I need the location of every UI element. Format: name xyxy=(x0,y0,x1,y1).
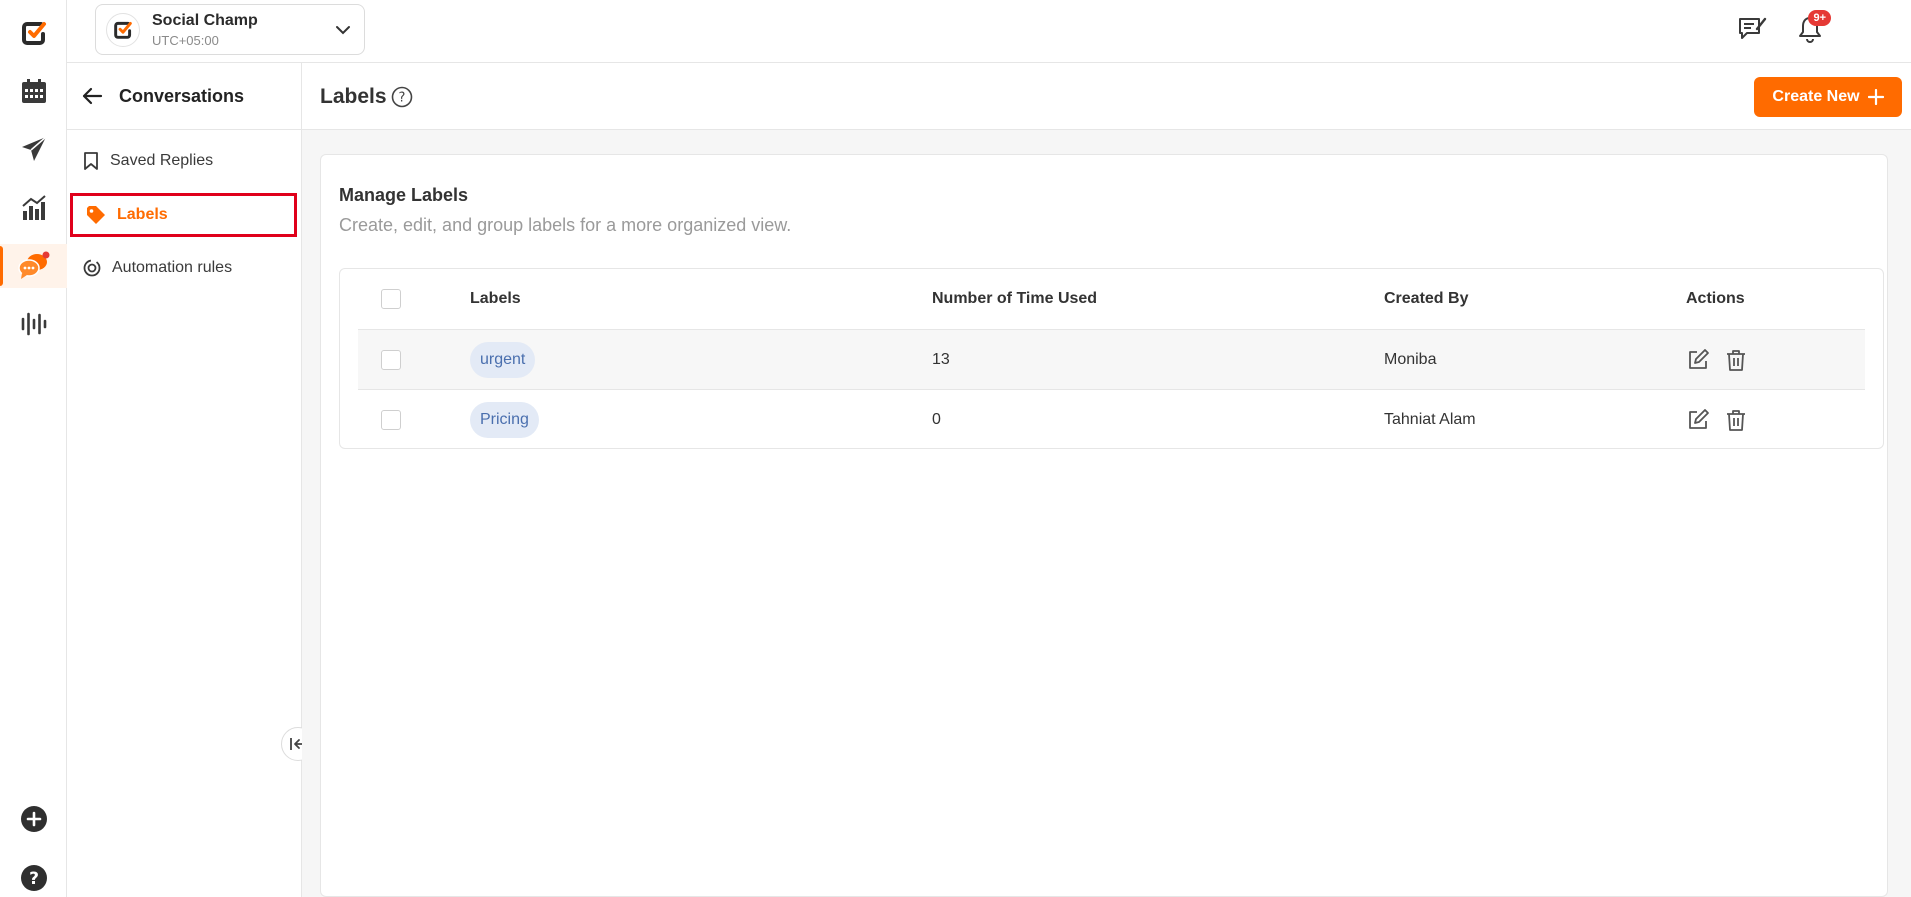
workspace-logo xyxy=(106,12,140,47)
listening-nav[interactable] xyxy=(0,302,67,346)
feedback-button[interactable] xyxy=(1735,12,1769,46)
inbox-nav[interactable] xyxy=(0,244,67,288)
question-circle-icon: ? xyxy=(20,865,47,891)
sidebar-item-saved-replies[interactable]: Saved Replies xyxy=(70,139,297,183)
help-circle-icon[interactable]: ? xyxy=(391,86,413,108)
chat-icon xyxy=(17,251,49,279)
created-by-value: Moniba xyxy=(1384,350,1437,368)
help-button[interactable]: ? xyxy=(0,856,67,897)
labels-table: Labels Number of Time Used Created By Ac… xyxy=(339,268,1884,449)
tag-icon xyxy=(87,206,105,224)
workspace-selector[interactable]: Social Champ UTC+05:00 xyxy=(95,4,365,55)
logo-icon xyxy=(21,22,46,45)
top-bar: Social Champ UTC+05:00 9+ xyxy=(67,0,1911,63)
waveform-icon xyxy=(21,312,46,336)
calendar-icon xyxy=(21,79,46,103)
send-icon xyxy=(21,136,46,161)
edit-icon[interactable] xyxy=(1686,348,1710,372)
sidebar-item-automation-rules[interactable]: Automation rules xyxy=(70,246,297,290)
chevron-down-icon xyxy=(336,26,350,35)
trash-icon[interactable] xyxy=(1724,408,1748,432)
calendar-nav[interactable] xyxy=(0,69,67,113)
analytics-icon xyxy=(21,195,46,220)
column-header-times-used: Number of Time Used xyxy=(932,290,1098,307)
times-used-value: 0 xyxy=(932,411,941,428)
app-root: ? Social Champ UTC+05:00 9+ Conversation… xyxy=(0,0,1911,897)
svg-text:?: ? xyxy=(399,91,406,106)
manage-labels-card: Manage Labels Create, edit, and group la… xyxy=(320,154,1888,897)
table-header-row: Labels Number of Time Used Created By Ac… xyxy=(358,269,1865,330)
trash-icon[interactable] xyxy=(1724,348,1748,372)
table-row: Pricing 0 Tahniat Alam xyxy=(358,390,1865,450)
create-new-label: Create New xyxy=(1772,88,1860,105)
sidebar-item-label: Automation rules xyxy=(112,259,233,276)
page-header: Labels ? Create New xyxy=(302,63,1911,130)
publish-nav[interactable] xyxy=(0,127,67,171)
table-row: urgent 13 Moniba xyxy=(358,330,1865,390)
select-all-checkbox[interactable] xyxy=(381,289,401,309)
row-checkbox[interactable] xyxy=(381,349,401,370)
app-logo[interactable] xyxy=(0,11,67,55)
create-new-button[interactable]: Create New xyxy=(1754,77,1902,117)
add-button[interactable] xyxy=(0,797,67,841)
analytics-nav[interactable] xyxy=(0,186,67,230)
created-by-value: Tahniat Alam xyxy=(1384,411,1476,428)
page-title: Labels xyxy=(320,85,387,108)
label-chip[interactable]: Pricing xyxy=(470,402,539,438)
column-header-created-by: Created By xyxy=(1384,290,1469,307)
workspace-timezone: UTC+05:00 xyxy=(152,32,219,48)
times-used-value: 13 xyxy=(932,350,950,368)
logo-icon xyxy=(114,21,132,39)
bookmark-icon xyxy=(84,152,98,170)
automation-icon xyxy=(83,259,101,277)
notification-badge: 9+ xyxy=(1808,10,1831,26)
sidebar-item-label: Labels xyxy=(117,206,168,223)
sidebar-title: Conversations xyxy=(119,85,245,106)
notifications-button[interactable]: 9+ xyxy=(1793,10,1831,46)
edit-icon[interactable] xyxy=(1686,408,1710,432)
sidebar-item-labels[interactable]: Labels xyxy=(70,193,297,237)
column-header-actions: Actions xyxy=(1686,290,1745,307)
section-title: Manage Labels xyxy=(339,185,469,205)
plus-icon xyxy=(1867,89,1884,105)
column-header-labels: Labels xyxy=(470,290,521,307)
sidebar-item-label: Saved Replies xyxy=(110,152,214,169)
compose-message-icon xyxy=(1739,17,1767,39)
svg-text:?: ? xyxy=(29,869,39,889)
section-subtitle: Create, edit, and group labels for a mor… xyxy=(339,215,792,235)
icon-rail: ? xyxy=(0,0,67,897)
back-arrow-icon[interactable] xyxy=(81,85,103,107)
row-checkbox[interactable] xyxy=(381,410,401,430)
main-content: Labels ? Create New Manage Labels Create… xyxy=(302,63,1911,897)
workspace-name: Social Champ xyxy=(152,11,258,29)
label-chip[interactable]: urgent xyxy=(470,341,536,378)
conversations-sidebar: Conversations Saved Replies Labels Autom… xyxy=(67,63,302,897)
plus-circle-icon xyxy=(20,806,47,832)
